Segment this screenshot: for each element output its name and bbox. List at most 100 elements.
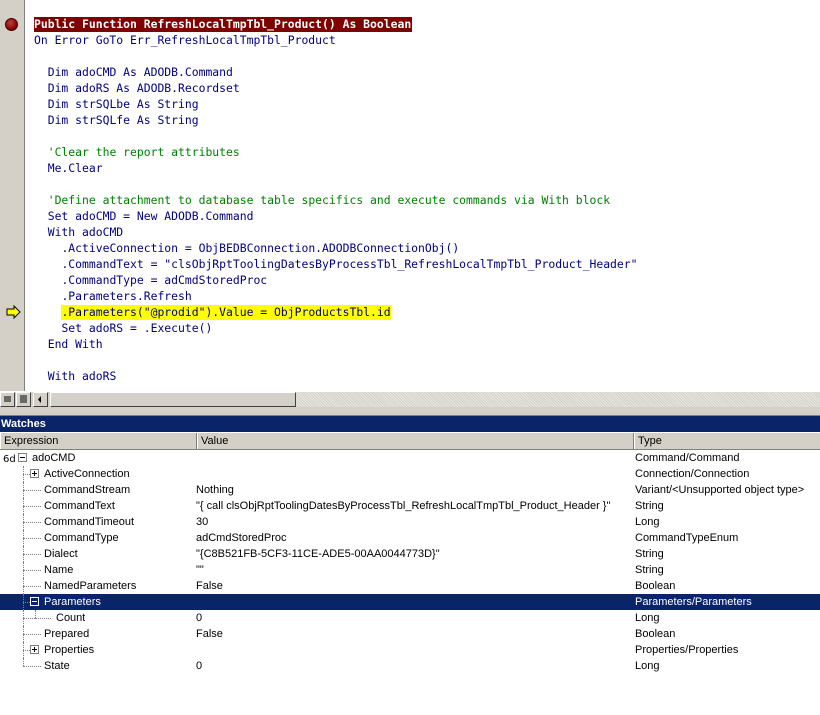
watch-row[interactable]: Prepared False Boolean (0, 626, 820, 642)
breakpoint-icon[interactable] (5, 18, 18, 31)
watch-expression[interactable]: Name (44, 562, 73, 578)
watch-value[interactable]: False (196, 578, 632, 594)
tree-line (23, 538, 41, 539)
full-module-view-button[interactable] (16, 392, 31, 407)
code-line[interactable]: End With (34, 336, 820, 352)
watch-row[interactable]: CommandText "{ call clsObjRptToolingDates… (0, 498, 820, 514)
scrollbar-track[interactable] (296, 392, 820, 407)
watch-row[interactable]: Properties Properties/Properties (0, 642, 820, 658)
watch-row[interactable]: CommandStream Nothing Variant/<Unsupported… (0, 482, 820, 498)
tree-line (23, 554, 41, 555)
tree-line (23, 650, 30, 651)
watch-value[interactable]: Nothing (196, 482, 632, 498)
tree-line (23, 570, 41, 571)
watch-row[interactable]: Parameters Parameters/Parameters (0, 594, 820, 610)
watch-expression[interactable]: Prepared (44, 626, 89, 642)
expand-icon[interactable] (30, 469, 39, 478)
watch-expression[interactable]: CommandType (44, 530, 119, 546)
watch-expression[interactable]: Properties (44, 642, 94, 658)
watch-expression[interactable]: NamedParameters (44, 578, 136, 594)
watch-value[interactable]: "" (196, 562, 632, 578)
code-line[interactable]: .Parameters("@prodid").Value = ObjProduc… (34, 304, 820, 320)
tree-line (23, 506, 41, 507)
tree-line (23, 522, 41, 523)
code-line[interactable]: Set adoCMD = New ADODB.Command (34, 208, 820, 224)
column-header-value[interactable]: Value (197, 433, 634, 449)
watch-expression[interactable]: Parameters (44, 594, 101, 610)
watch-value[interactable]: False (196, 626, 632, 642)
watches-title-bar[interactable]: Watches (0, 416, 820, 432)
watch-expression[interactable]: adoCMD (32, 450, 75, 466)
code-line[interactable] (34, 48, 820, 64)
code-line[interactable]: On Error GoTo Err_RefreshLocalTmpTbl_Pro… (34, 32, 820, 48)
watch-value[interactable]: "{ call clsObjRptToolingDatesByProcessTb… (196, 498, 632, 514)
code-line[interactable] (34, 352, 820, 368)
scrollbar-thumb[interactable] (50, 392, 296, 407)
watch-type: Boolean (635, 580, 676, 592)
code-line[interactable] (34, 176, 820, 192)
watch-value[interactable]: 0 (196, 610, 632, 626)
watch-expression[interactable]: CommandStream (44, 482, 130, 498)
watch-value[interactable]: "{C8B521FB-5CF3-11CE-ADE5-00AA0044773D}" (196, 546, 632, 562)
watch-type: String (635, 548, 664, 560)
code-line[interactable]: .CommandText = "clsObjRptToolingDatesByP… (34, 256, 820, 272)
code-line[interactable]: Me.Clear (34, 160, 820, 176)
full-module-view-icon (20, 395, 27, 403)
code-line[interactable]: Set adoRS = .Execute() (34, 320, 820, 336)
tree-line (23, 474, 30, 475)
watch-expression[interactable]: Count (56, 610, 85, 626)
watch-type: Long (635, 660, 660, 672)
watch-expression[interactable]: CommandText (44, 498, 115, 514)
watch-row[interactable]: Name "" String (0, 562, 820, 578)
code-line[interactable]: Public Function RefreshLocalTmpTbl_Produ… (34, 16, 820, 32)
code-statement: Set adoCMD = New ADODB.Command (47, 209, 254, 223)
collapse-icon[interactable] (18, 453, 27, 462)
scroll-left-button[interactable] (33, 392, 48, 407)
watch-expression[interactable]: State (44, 658, 70, 674)
watch-row[interactable]: 6d adoCMD Command/Command (0, 450, 820, 466)
procedure-view-button[interactable] (0, 392, 15, 407)
watch-row[interactable]: ActiveConnection Connection/Connection (0, 466, 820, 482)
code-line[interactable]: Dim strSQLbe As String (34, 96, 820, 112)
column-header-type[interactable]: Type (634, 433, 820, 449)
watch-expression[interactable]: Dialect (44, 546, 78, 562)
watch-expression[interactable]: CommandTimeout (44, 514, 134, 530)
watch-row[interactable]: CommandTimeout 30 Long (0, 514, 820, 530)
execution-point-arrow-icon (6, 305, 21, 319)
pane-splitter[interactable] (0, 407, 820, 416)
code-statement: Set adoRS = .Execute() (61, 321, 213, 335)
tree-line (23, 666, 41, 667)
watch-value[interactable]: adCmdStoredProc (196, 530, 632, 546)
watch-type: Long (635, 516, 660, 528)
code-line[interactable]: Dim strSQLfe As String (34, 112, 820, 128)
code-line[interactable]: .Parameters.Refresh (34, 288, 820, 304)
code-line[interactable]: 'Clear the report attributes (34, 144, 820, 160)
watch-row[interactable]: State 0 Long (0, 658, 820, 674)
tree-line (23, 586, 41, 587)
expand-icon[interactable] (30, 645, 39, 654)
breakpoint-margin[interactable] (0, 0, 25, 391)
code-line[interactable]: .CommandType = adCmdStoredProc (34, 272, 820, 288)
watch-row[interactable]: Dialect "{C8B521FB-5CF3-11CE-ADE5-00AA004… (0, 546, 820, 562)
watch-row[interactable]: CommandType adCmdStoredProc CommandTypeEnu… (0, 530, 820, 546)
code-line[interactable]: With adoRS (34, 368, 820, 384)
watch-expression[interactable]: ActiveConnection (44, 466, 130, 482)
code-editor[interactable]: Public Function RefreshLocalTmpTbl_Produ… (0, 0, 820, 391)
code-statement: .CommandType = adCmdStoredProc (61, 273, 268, 287)
code-line[interactable]: 'Define attachment to database table spe… (34, 192, 820, 208)
code-line[interactable]: .ActiveConnection = ObjBEDBConnection.AD… (34, 240, 820, 256)
code-comment: 'Clear the report attributes (47, 145, 240, 159)
code-statement: .CommandText = "clsObjRptToolingDatesByP… (61, 257, 638, 271)
horizontal-scrollbar[interactable] (0, 391, 820, 408)
watch-value[interactable]: 30 (196, 514, 632, 530)
watch-value[interactable]: 0 (196, 658, 632, 674)
column-header-expression[interactable]: Expression (0, 433, 197, 449)
watch-row[interactable]: NamedParameters False Boolean (0, 578, 820, 594)
code-line[interactable]: Dim adoRS As ADODB.Recordset (34, 80, 820, 96)
code-line[interactable]: Dim adoCMD As ADODB.Command (34, 64, 820, 80)
code-line[interactable]: With adoCMD (34, 224, 820, 240)
watch-row[interactable]: Count 0 Long (0, 610, 820, 626)
code-line[interactable] (34, 128, 820, 144)
collapse-icon[interactable] (30, 597, 39, 606)
tree-line (35, 618, 51, 619)
